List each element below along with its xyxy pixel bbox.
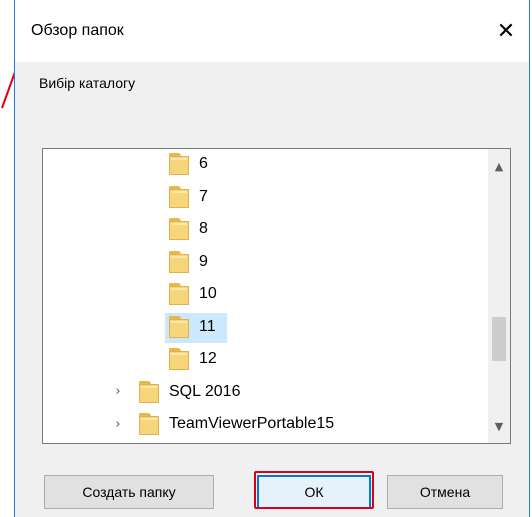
close-button[interactable]: ✕	[483, 0, 529, 62]
browse-folders-dialog: Обзор папок ✕ Вибір каталогу ▲ ▼ 6 7 8 9 10 1…	[14, 0, 530, 517]
tree-item-label: SQL 2016	[169, 382, 241, 400]
tree-item[interactable]: 11	[165, 312, 227, 343]
tree-item[interactable]: 8	[169, 214, 208, 244]
new-folder-button[interactable]: Создать папку	[44, 475, 214, 509]
tree-item-label: 8	[199, 220, 208, 237]
folder-icon	[169, 218, 189, 240]
tree-item[interactable]: SQL 2016	[139, 377, 240, 407]
chevron-right-icon[interactable]: ›	[111, 409, 125, 439]
tree-item-label: 12	[199, 350, 217, 367]
chevron-up-icon: ▲	[494, 159, 504, 173]
close-icon: ✕	[496, 18, 516, 43]
folder-icon	[169, 348, 189, 370]
tree-item-label: 10	[199, 285, 217, 302]
scroll-thumb[interactable]	[492, 317, 506, 361]
tree-item[interactable]: 9	[169, 247, 208, 277]
title-bar: Обзор папок ✕	[15, 0, 529, 62]
scroll-up-button[interactable]: ▲	[488, 155, 510, 177]
cancel-label: Отмена	[419, 484, 471, 500]
folder-tree[interactable]: ▲ ▼ 6 7 8 9 10 11 12 SQL 2016 › TeamViewerPortabl…	[42, 148, 511, 444]
tree-item[interactable]: 7	[169, 182, 208, 212]
folder-icon	[169, 315, 189, 338]
folder-icon	[169, 283, 189, 305]
dialog-title: Обзор папок	[31, 22, 124, 39]
tree-item-label: TeamViewerPortable15	[169, 415, 335, 432]
ok-button-highlight	[254, 471, 374, 509]
new-folder-label: Создать папку	[82, 484, 176, 500]
folder-icon	[169, 250, 189, 273]
tree-item-label: 9	[199, 252, 208, 270]
tree-item[interactable]: TeamViewerPortable15	[139, 409, 334, 439]
dialog-instruction: Вибір каталогу	[39, 75, 136, 91]
folder-icon	[169, 185, 189, 208]
folder-icon	[169, 153, 189, 175]
tree-item-label: 7	[199, 187, 208, 205]
tree-item-label: 11	[199, 317, 216, 335]
cancel-button[interactable]: Отмена	[387, 475, 503, 509]
tree-item[interactable]: 12	[169, 344, 217, 374]
scroll-down-button[interactable]: ▼	[488, 415, 510, 437]
tree-item[interactable]: 10	[169, 279, 217, 309]
tree-item-label: 6	[199, 155, 208, 172]
tree-item[interactable]: 6	[169, 149, 208, 179]
folder-icon	[139, 413, 159, 435]
chevron-right-icon[interactable]: ›	[111, 377, 125, 407]
folder-icon	[139, 380, 159, 403]
vertical-scrollbar[interactable]: ▲ ▼	[488, 149, 510, 443]
chevron-down-icon: ▼	[494, 419, 504, 433]
